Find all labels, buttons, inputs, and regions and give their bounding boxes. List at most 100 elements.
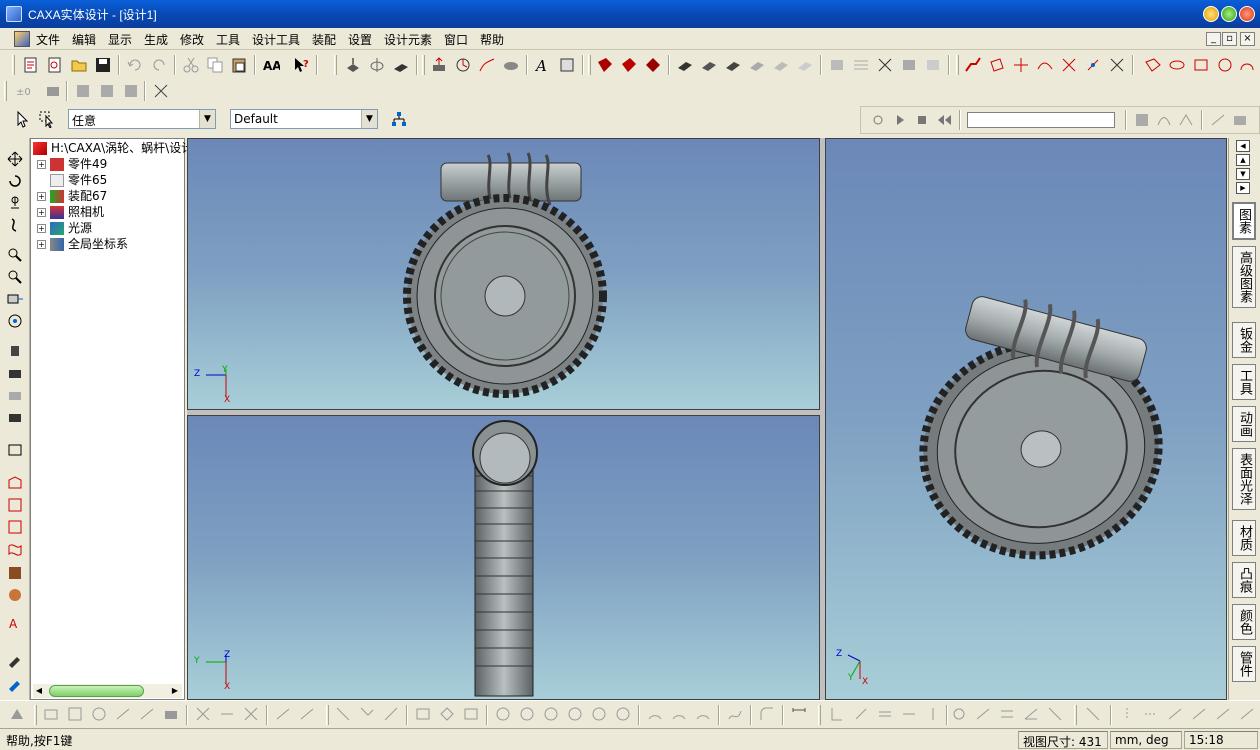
surface-5-icon[interactable]: [1238, 56, 1256, 74]
help-pointer-icon[interactable]: ?: [292, 56, 310, 74]
status-units[interactable]: mm, deg: [1110, 731, 1182, 749]
sketch-arc-2-icon[interactable]: [670, 705, 688, 723]
save-icon[interactable]: [94, 56, 112, 74]
stop-icon[interactable]: [913, 111, 931, 129]
measure-icon[interactable]: [152, 82, 170, 100]
anim-tool-4-icon[interactable]: [1209, 111, 1227, 129]
constraint-9-icon[interactable]: [1022, 705, 1040, 723]
sketch-tool-1-icon[interactable]: [8, 705, 26, 723]
play-icon[interactable]: [891, 111, 909, 129]
sketch-circle-5-icon[interactable]: [590, 705, 608, 723]
select-pointer-icon[interactable]: [14, 110, 32, 128]
construction-7-icon[interactable]: [1238, 705, 1256, 723]
tab-color[interactable]: 颜色: [1232, 604, 1256, 640]
tree-item[interactable]: + 照相机: [37, 203, 104, 219]
sketch-tool-4-icon[interactable]: [90, 705, 108, 723]
sketch-circle-6-icon[interactable]: [614, 705, 632, 723]
hierarchy-icon[interactable]: [390, 110, 408, 128]
construction-6-icon[interactable]: [1214, 705, 1232, 723]
camera-small-icon[interactable]: [44, 82, 62, 100]
pan-icon[interactable]: [6, 150, 24, 168]
find-icon[interactable]: AA: [262, 56, 282, 74]
expand-icon[interactable]: +: [37, 224, 46, 233]
select-filter-dropdown[interactable]: 任意 ▼: [68, 109, 216, 129]
face-select-icon[interactable]: [6, 474, 24, 492]
feature-a-icon[interactable]: [74, 82, 92, 100]
sketch-spline-icon[interactable]: [726, 705, 744, 723]
undo-icon[interactable]: [126, 56, 144, 74]
tree-item[interactable]: + 零件49: [37, 155, 107, 171]
surface-1-icon[interactable]: [1144, 56, 1162, 74]
surface-3-icon[interactable]: [1192, 56, 1210, 74]
tab-surface-finish[interactable]: 表面光泽: [1232, 448, 1256, 510]
viewport-iso[interactable]: Z Y X: [825, 138, 1227, 700]
anim-tool-1-icon[interactable]: [1133, 111, 1151, 129]
viewport-side[interactable]: Y Z X: [187, 415, 820, 700]
sketch-rect-icon[interactable]: [414, 705, 432, 723]
constraint-1-icon[interactable]: [828, 705, 846, 723]
surface-2-icon[interactable]: [1168, 56, 1186, 74]
sketch-tool-9-icon[interactable]: [218, 705, 236, 723]
scroll-thumb[interactable]: [49, 685, 144, 697]
edit-surface-2-icon[interactable]: [700, 56, 718, 74]
surface-red-1-icon[interactable]: [596, 56, 614, 74]
tab-scroll-last-icon[interactable]: ▶: [1236, 182, 1250, 194]
menu-edit[interactable]: 编辑: [70, 31, 98, 48]
axis-icon[interactable]: [1012, 56, 1030, 74]
zoom-window-icon[interactable]: [6, 268, 24, 286]
tab-tools[interactable]: 工具: [1232, 364, 1256, 400]
zoom-fit-icon[interactable]: [6, 290, 24, 308]
anim-tool-2-icon[interactable]: [1155, 111, 1173, 129]
edit-surface-3-icon[interactable]: [724, 56, 742, 74]
sketch-dimension-icon[interactable]: [790, 705, 808, 723]
sketch-tangent-icon[interactable]: [382, 705, 400, 723]
viewport-front[interactable]: Z Y X: [187, 138, 820, 410]
expand-icon[interactable]: +: [37, 208, 46, 217]
feature-b-icon[interactable]: [98, 82, 116, 100]
chamfer-icon[interactable]: [924, 56, 942, 74]
camera-view-icon[interactable]: [6, 364, 24, 382]
constraint-3-icon[interactable]: [876, 705, 894, 723]
intersect-curve-icon[interactable]: [1060, 56, 1078, 74]
coordinate-icon[interactable]: ±0: [14, 82, 32, 100]
sketch-tool-3-icon[interactable]: [66, 705, 84, 723]
tab-pipes[interactable]: 管件: [1232, 646, 1256, 682]
sketch-circle-4-icon[interactable]: [566, 705, 584, 723]
tree-item[interactable]: + 装配67: [37, 187, 107, 203]
orbit-icon[interactable]: [6, 172, 24, 190]
trim-curve-icon[interactable]: [1108, 56, 1126, 74]
construction-4-icon[interactable]: [1166, 705, 1184, 723]
new-icon[interactable]: [22, 56, 40, 74]
look-at-icon[interactable]: [6, 312, 24, 330]
sketch-tool-10-icon[interactable]: [242, 705, 260, 723]
surface-select-icon[interactable]: [6, 540, 24, 558]
surface-red-3-icon[interactable]: [644, 56, 662, 74]
chevron-down-icon[interactable]: ▼: [199, 110, 215, 128]
sketch-tool-12-icon[interactable]: [298, 705, 316, 723]
anim-tool-3-icon[interactable]: [1177, 111, 1195, 129]
pattern-icon[interactable]: [852, 56, 870, 74]
feature-loft-icon[interactable]: [502, 56, 520, 74]
constraint-8-icon[interactable]: [998, 705, 1016, 723]
sketch-3point-rect-icon[interactable]: [438, 705, 456, 723]
mdi-close-button[interactable]: ×: [1240, 32, 1255, 46]
scroll-left-icon[interactable]: ◀: [33, 684, 45, 698]
feature-c-icon[interactable]: [122, 82, 140, 100]
project-curve-icon[interactable]: [1084, 56, 1102, 74]
select-box-icon[interactable]: [38, 110, 56, 129]
menu-modify[interactable]: 修改: [178, 31, 206, 48]
curve-3d-icon[interactable]: [964, 56, 982, 74]
maximize-button[interactable]: [1221, 6, 1237, 22]
sphere-icon[interactable]: [6, 586, 24, 604]
render-icon[interactable]: [6, 440, 24, 458]
construction-1-icon[interactable]: [1084, 705, 1102, 723]
anim-tool-5-icon[interactable]: [1231, 111, 1249, 129]
split-icon[interactable]: [876, 56, 894, 74]
walk-icon[interactable]: [6, 342, 24, 360]
menu-assembly[interactable]: 装配: [310, 31, 338, 48]
camera-move-icon[interactable]: [6, 386, 24, 404]
tab-elements[interactable]: 图素: [1232, 202, 1256, 240]
tab-emboss[interactable]: 凸痕: [1232, 562, 1256, 598]
redo-icon[interactable]: [150, 56, 168, 74]
menu-generate[interactable]: 生成: [142, 31, 170, 48]
